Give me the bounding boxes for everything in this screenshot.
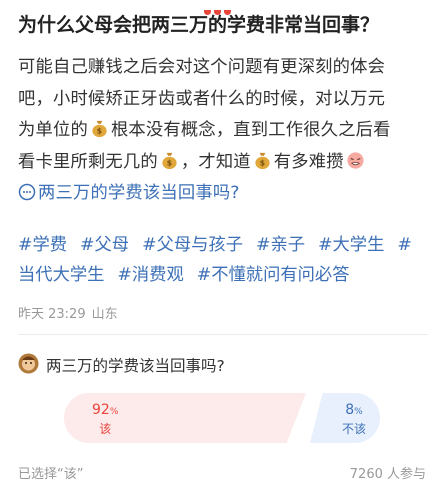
poll-yes-label: 该 xyxy=(99,422,112,436)
poll-no-percent: 8 xyxy=(345,402,355,418)
tag-item[interactable]: # xyxy=(397,235,411,255)
topic-chat-icon xyxy=(18,183,36,201)
poll-yes-percent: 92 xyxy=(92,402,110,418)
body-text: 根本没有概念，直到工作很久之后看 xyxy=(110,120,391,140)
body-text: 有多难攒 xyxy=(273,151,344,172)
body-text: ，才知道 xyxy=(180,151,251,172)
topic-link-text[interactable]: 两三万的学费该当回事吗? xyxy=(38,183,240,203)
poll-question: 两三万的学费该当回事吗? xyxy=(46,357,225,375)
svg-text:$: $ xyxy=(167,158,172,167)
body-line-3: 为单位的 $ 根本没有概念，直到工作很久之后看 xyxy=(18,115,433,147)
money-bag-icon: $ xyxy=(255,152,270,169)
body-line-2: 吧，小时候矫正牙齿或者什么的时候，对以万元 xyxy=(18,88,386,109)
poll-options: 92% 该 8% 不该 xyxy=(64,393,380,443)
tag-item[interactable]: 当代大学生 xyxy=(18,265,104,285)
body-line-4: 看卡里所剩无几的 $ ，才知道 $ 有多难攒 xyxy=(18,147,433,179)
post-meta: 昨天 23:29 山东 xyxy=(18,303,124,322)
percent-sign: % xyxy=(109,407,119,417)
divider xyxy=(18,334,428,335)
tag-list: #学费 #父母 #父母与孩子 #亲子 #大学生 # 当代大学生 #消费观 #不懂就问有问必答 xyxy=(18,230,438,290)
post-title: 为什么父母会把两三万的学费非常当回事？ xyxy=(18,14,380,36)
post-location: 山东 xyxy=(91,307,118,322)
tag-item[interactable]: #亲子 xyxy=(256,235,305,255)
body-text: 看卡里所剩无几的 xyxy=(18,151,158,172)
svg-text:$: $ xyxy=(97,127,102,136)
top-decoration xyxy=(204,0,240,15)
tag-item[interactable]: #消费观 xyxy=(117,265,183,285)
poll-no-label: 不该 xyxy=(341,422,366,436)
percent-sign: % xyxy=(354,407,363,417)
body-line-1: 可能自己赚钱之后会对这个问题有更深刻的体会 xyxy=(18,57,386,77)
tag-item[interactable]: #学费 xyxy=(18,235,67,255)
post-body: 可能自己赚钱之后会对这个问题有更深刻的体会 吧，小时候矫正牙齿或者什么的时候，对… xyxy=(18,52,433,210)
poll-participants: 7260 人参与 xyxy=(349,467,426,482)
tag-item[interactable]: #不懂就问有问必答 xyxy=(197,265,350,285)
tag-item[interactable]: #父母 xyxy=(80,235,129,255)
money-bag-icon: $ xyxy=(162,152,177,169)
poll-avatar xyxy=(18,353,39,374)
poll-option-no-text[interactable]: 8% 不该 xyxy=(342,399,366,437)
topic-link[interactable]: 两三万的学费该当回事吗? xyxy=(18,178,433,210)
poll-selected-text: 已选择“该” xyxy=(18,467,84,482)
body-text: 为单位的 xyxy=(18,120,88,140)
poll-option-yes-text[interactable]: 92% 该 xyxy=(92,399,118,437)
svg-text:$: $ xyxy=(260,158,265,167)
post-time: 昨天 23:29 xyxy=(18,307,86,322)
tired-face-icon xyxy=(347,151,364,169)
money-bag-icon: $ xyxy=(92,120,107,138)
tag-item[interactable]: #父母与孩子 xyxy=(142,235,243,255)
tag-item[interactable]: #大学生 xyxy=(318,235,384,255)
